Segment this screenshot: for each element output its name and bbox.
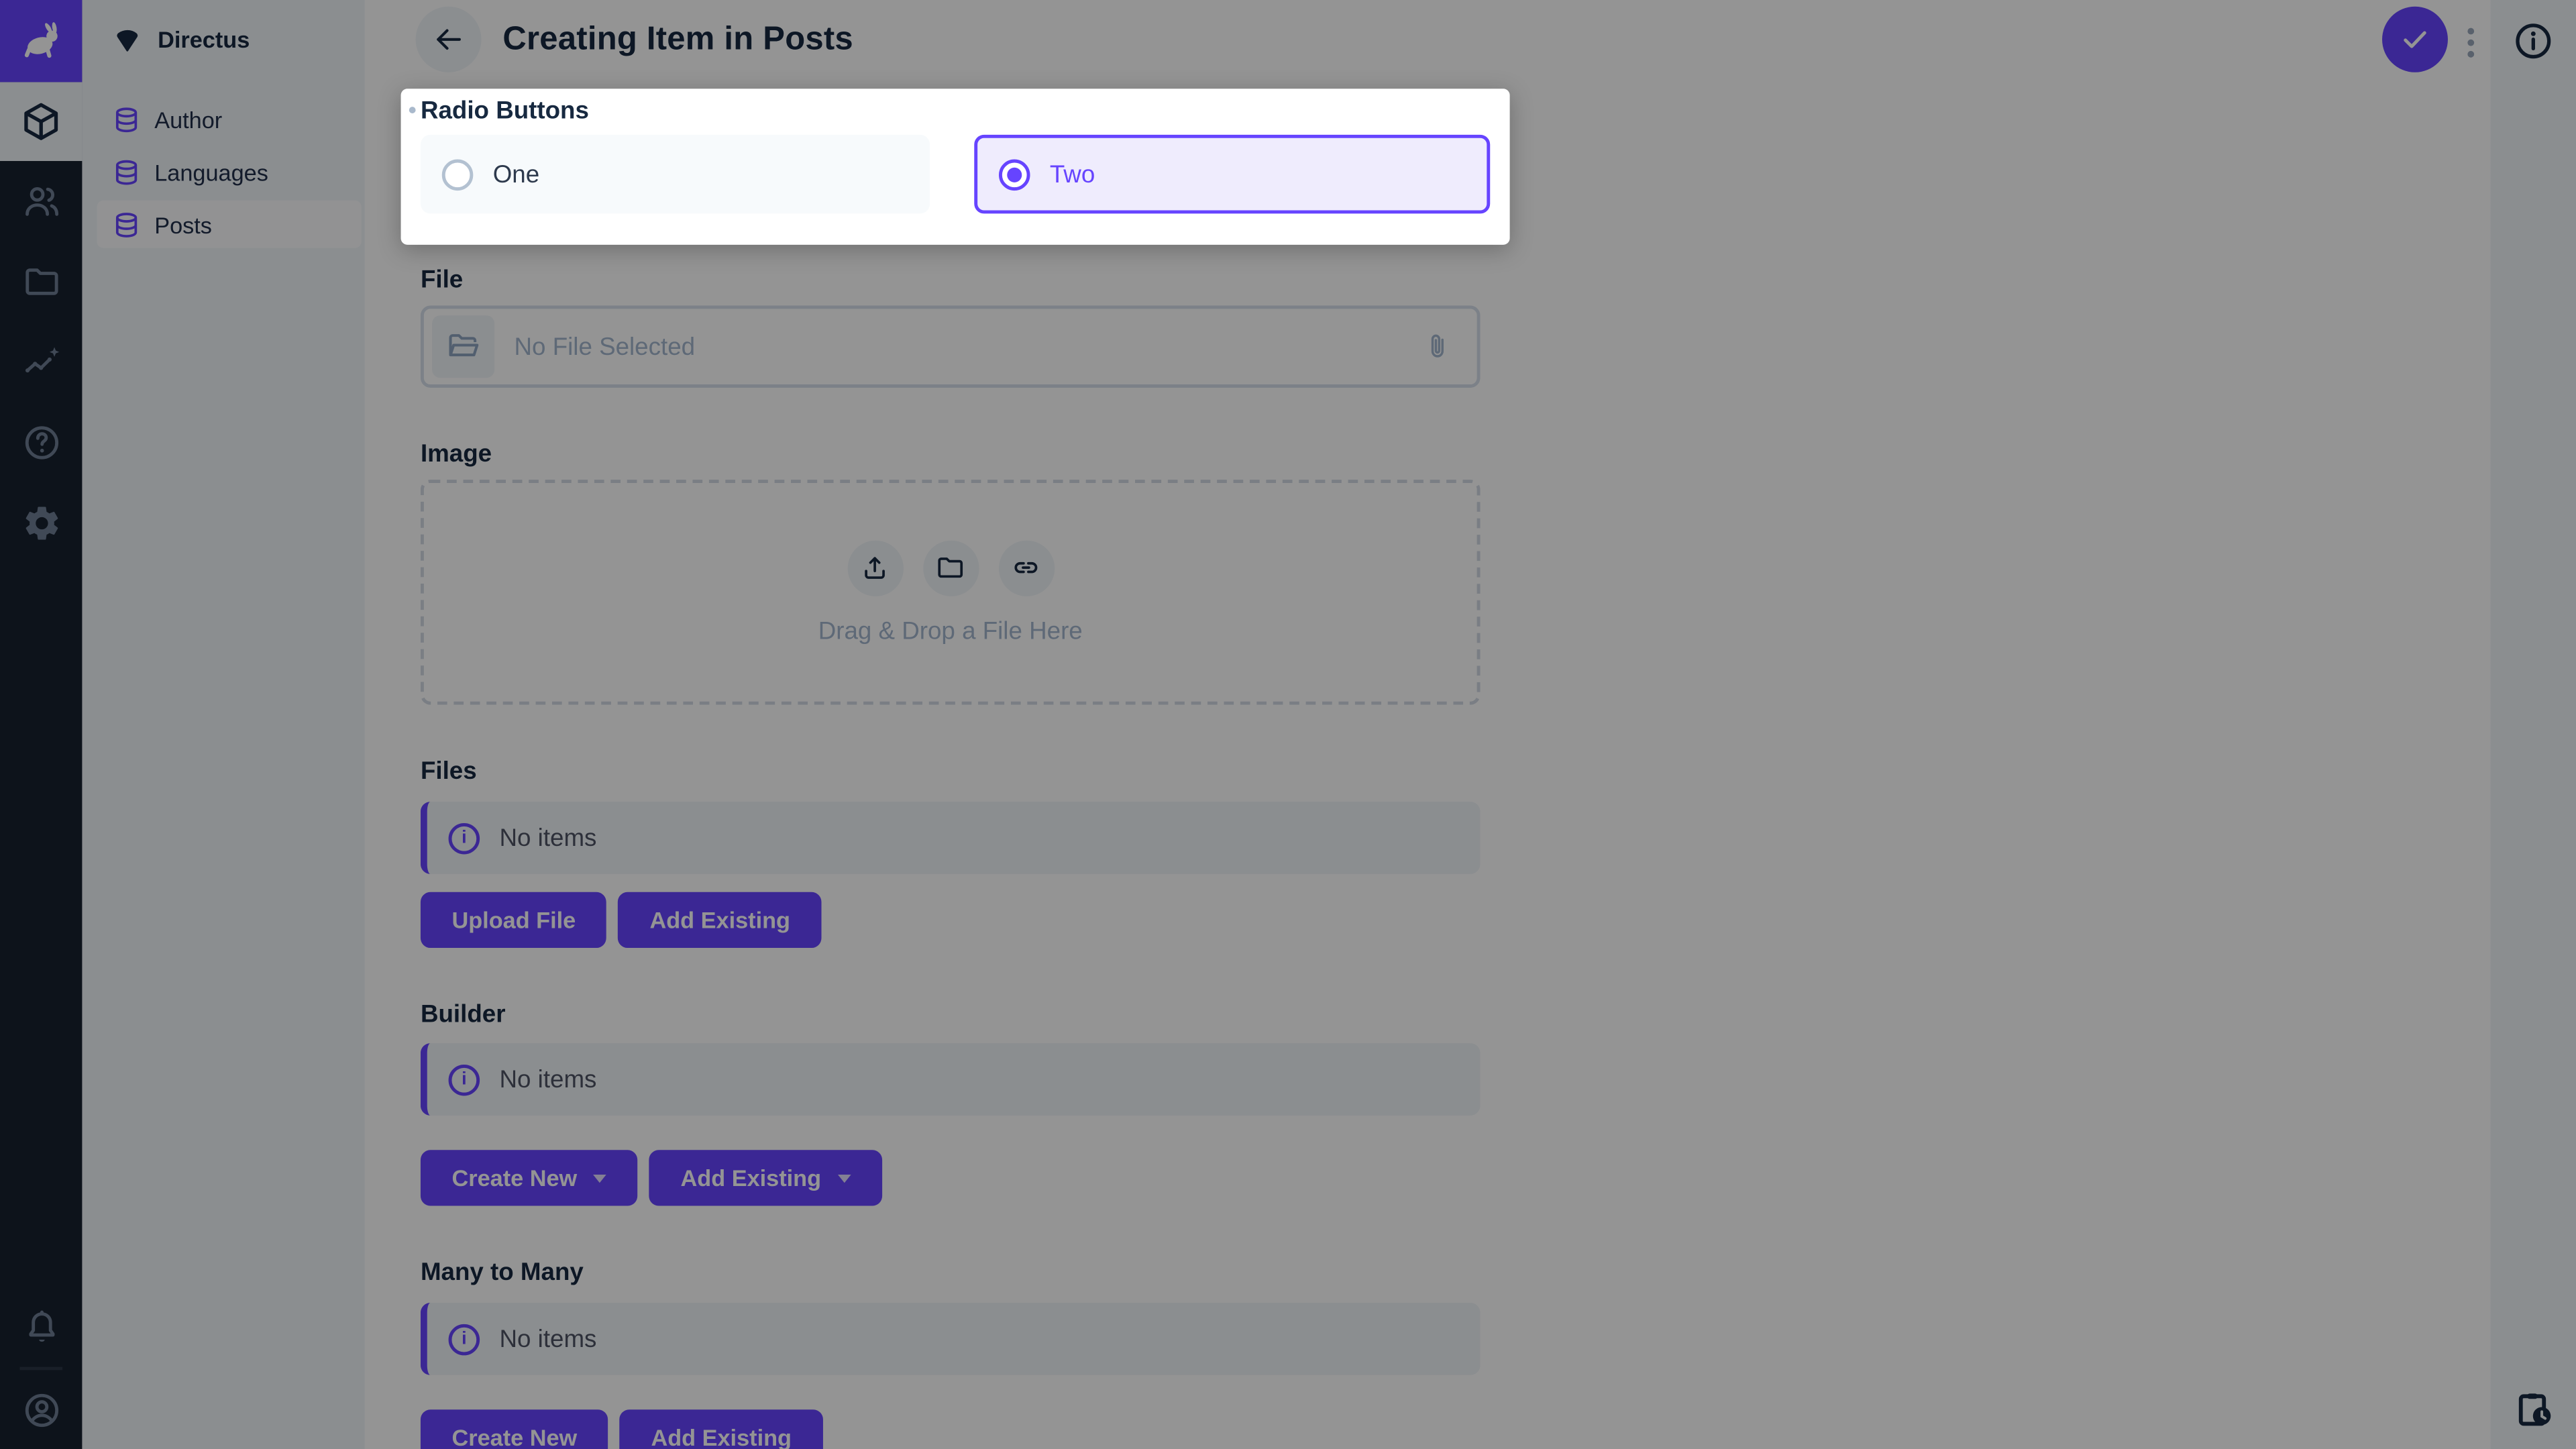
radio-buttons-spotlight: Radio Buttons One Two bbox=[401, 89, 1510, 245]
radio-option-label: Two bbox=[1050, 160, 1095, 189]
radio-option-one[interactable]: One bbox=[421, 135, 930, 214]
radio-unchecked-icon bbox=[442, 158, 474, 190]
viewport: Directus Author bbox=[0, 0, 2576, 1449]
edited-dot bbox=[409, 107, 416, 113]
radio-group: One Two bbox=[421, 135, 1490, 214]
directus-app: Directus Author bbox=[0, 0, 2576, 1449]
field-label: Radio Buttons bbox=[421, 97, 589, 125]
radio-option-two[interactable]: Two bbox=[974, 135, 1490, 214]
radio-checked-icon bbox=[999, 158, 1030, 190]
radio-option-label: One bbox=[493, 160, 539, 189]
